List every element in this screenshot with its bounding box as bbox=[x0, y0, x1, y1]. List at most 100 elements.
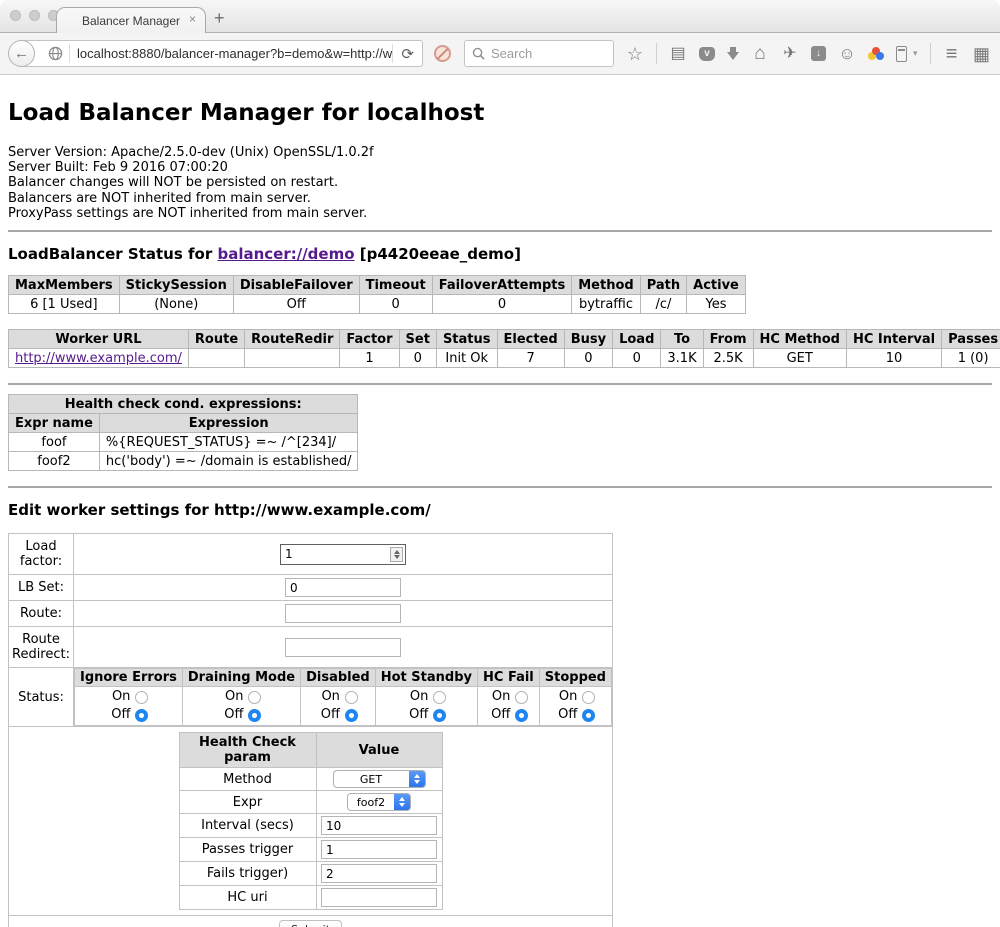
worker-url-link[interactable]: http://www.example.com/ bbox=[15, 351, 182, 366]
form-row: Load factor: bbox=[9, 534, 613, 575]
disabled-off-radio[interactable] bbox=[345, 709, 358, 722]
urlbar-divider bbox=[69, 44, 70, 63]
submit-cell: Submit bbox=[9, 916, 613, 927]
form-row: Fails trigger) bbox=[179, 862, 442, 886]
send-tab-icon[interactable]: ✈ bbox=[781, 46, 799, 62]
stopped-on-radio[interactable] bbox=[582, 691, 595, 704]
table-cell bbox=[188, 349, 244, 368]
interval-input[interactable] bbox=[321, 816, 437, 835]
hot-standby-off-radio[interactable] bbox=[433, 709, 446, 722]
column-header: Expression bbox=[99, 414, 358, 433]
column-header: HC Fail bbox=[478, 669, 540, 687]
health-check-params-table: Health Check param Value Method GET bbox=[179, 732, 443, 910]
column-header: From bbox=[703, 330, 753, 349]
bookmark-star-icon[interactable]: ☆ bbox=[626, 46, 644, 62]
color-dots-extension-icon[interactable] bbox=[868, 47, 884, 61]
grid-apps-icon[interactable]: ▦ bbox=[973, 46, 991, 62]
column-header: Stopped bbox=[539, 669, 611, 687]
close-tab-icon[interactable]: × bbox=[189, 13, 196, 25]
expr-select[interactable]: foof2 bbox=[347, 793, 411, 811]
table-cell: bytraffic bbox=[572, 295, 640, 314]
hc-fail-on-radio[interactable] bbox=[515, 691, 528, 704]
page-content: Load Balancer Manager for localhost Serv… bbox=[0, 75, 1000, 927]
download-manager-icon[interactable]: ↓ bbox=[811, 46, 826, 61]
search-placeholder[interactable]: Search bbox=[491, 46, 532, 61]
column-header: Draining Mode bbox=[182, 669, 300, 687]
number-spinner-icon[interactable] bbox=[390, 547, 403, 562]
fails-trigger-input[interactable] bbox=[321, 864, 437, 883]
column-header: Ignore Errors bbox=[75, 669, 183, 687]
status-label: Status: bbox=[9, 668, 74, 727]
off-label: Off bbox=[108, 707, 130, 723]
column-header: Expr name bbox=[9, 414, 100, 433]
load-factor-input[interactable] bbox=[281, 546, 390, 562]
url-bar[interactable]: localhost:8880/balancer-manager?b=demo&w… bbox=[21, 40, 423, 67]
reload-icon[interactable]: ⟳ bbox=[393, 45, 422, 63]
hot-standby-on-radio[interactable] bbox=[433, 691, 446, 704]
passes-trigger-input[interactable] bbox=[321, 840, 437, 859]
radio-row: On Off On Off On Off bbox=[75, 687, 612, 726]
lb-set-input[interactable] bbox=[285, 578, 401, 597]
reading-list-icon[interactable]: ▤ bbox=[669, 46, 687, 62]
form-field-cell bbox=[74, 601, 613, 627]
ignore-errors-off-radio[interactable] bbox=[135, 709, 148, 722]
route-redirect-input[interactable] bbox=[285, 638, 401, 657]
table-cell: Off bbox=[233, 295, 359, 314]
balancer-demo-link[interactable]: balancer://demo bbox=[217, 245, 354, 263]
menu-hamburger-icon[interactable]: ≡ bbox=[943, 46, 961, 62]
url-text[interactable]: localhost:8880/balancer-manager?b=demo&w… bbox=[77, 46, 392, 61]
off-label: Off bbox=[555, 707, 577, 723]
tab-balancer-manager[interactable]: Balancer Manager × bbox=[56, 7, 206, 33]
blocked-content-icon[interactable] bbox=[434, 45, 451, 62]
toolbar-divider bbox=[656, 43, 657, 64]
disabled-on-radio[interactable] bbox=[345, 691, 358, 704]
feedback-smiley-icon[interactable]: ☺ bbox=[838, 46, 856, 62]
minimize-window-button[interactable] bbox=[29, 10, 40, 21]
device-battery-icon[interactable] bbox=[896, 46, 907, 62]
hc-fail-off-radio[interactable] bbox=[515, 709, 528, 722]
draining-mode-off-radio[interactable] bbox=[248, 709, 261, 722]
column-header: Route bbox=[188, 330, 244, 349]
hc-fail-cell: On Off bbox=[478, 687, 540, 726]
column-header: Health Check param bbox=[179, 733, 316, 768]
column-header: RouteRedir bbox=[245, 330, 340, 349]
ignore-errors-on-radio[interactable] bbox=[135, 691, 148, 704]
balancer-status-heading: LoadBalancer Status for balancer://demo … bbox=[8, 245, 992, 263]
back-button[interactable]: ← bbox=[8, 40, 35, 67]
expr-select-value: foof2 bbox=[348, 796, 394, 809]
form-field-cell bbox=[316, 838, 442, 862]
column-header: Worker URL bbox=[9, 330, 189, 349]
stopped-cell: On Off bbox=[539, 687, 611, 726]
search-bar[interactable]: Search bbox=[464, 40, 614, 67]
hc-uri-input[interactable] bbox=[321, 888, 437, 907]
tab-title: Balancer Manager bbox=[82, 14, 180, 28]
hc-uri-label: HC uri bbox=[179, 886, 316, 910]
column-header: Method bbox=[572, 276, 640, 295]
column-header: Set bbox=[399, 330, 436, 349]
column-header: Load bbox=[613, 330, 661, 349]
column-header: Hot Standby bbox=[375, 669, 477, 687]
table-header-row: Health Check param Value bbox=[179, 733, 442, 768]
fails-trigger-label: Fails trigger) bbox=[179, 862, 316, 886]
form-field-cell: foof2 bbox=[316, 791, 442, 814]
method-select[interactable]: GET bbox=[333, 770, 426, 788]
form-field-cell bbox=[74, 534, 613, 575]
navigation-toolbar: ← localhost:8880/balancer-manager?b=demo… bbox=[0, 33, 1000, 75]
submit-button[interactable]: Submit bbox=[279, 920, 342, 927]
table-cell: GET bbox=[753, 349, 846, 368]
home-icon[interactable]: ⌂ bbox=[751, 46, 769, 62]
off-label: Off bbox=[406, 707, 428, 723]
pocket-icon[interactable]: v bbox=[699, 47, 715, 61]
divider bbox=[8, 486, 992, 488]
off-label: Off bbox=[318, 707, 340, 723]
downloads-icon[interactable] bbox=[727, 52, 739, 60]
new-tab-button[interactable]: + bbox=[214, 8, 225, 29]
form-field-cell bbox=[316, 814, 442, 838]
route-input[interactable] bbox=[285, 604, 401, 623]
page-title: Load Balancer Manager for localhost bbox=[8, 100, 992, 126]
draining-mode-on-radio[interactable] bbox=[248, 691, 261, 704]
chevron-down-icon[interactable]: ▾ bbox=[913, 48, 918, 59]
stopped-off-radio[interactable] bbox=[582, 709, 595, 722]
close-window-button[interactable] bbox=[10, 10, 21, 21]
column-header: Path bbox=[640, 276, 686, 295]
